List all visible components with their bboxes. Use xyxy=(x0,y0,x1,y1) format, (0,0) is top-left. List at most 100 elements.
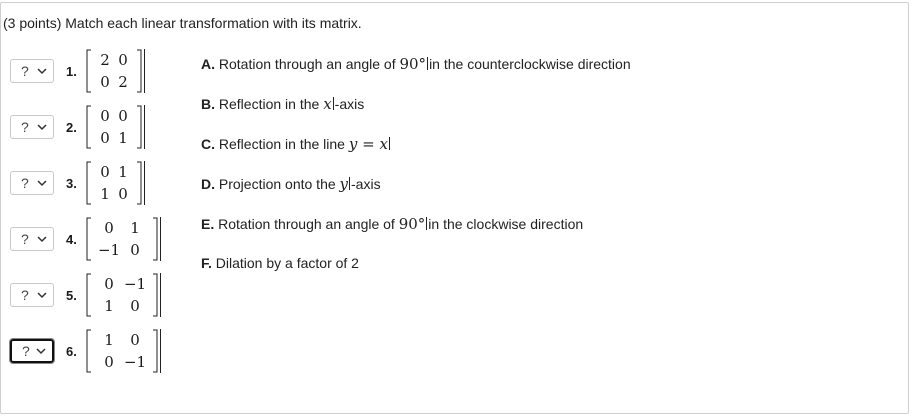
matrix-cell: 1 xyxy=(118,129,128,147)
matrix-row-6: ? 6. 1 0 0 −1 xyxy=(9,321,161,381)
matrix-row-3: ? 3. 0 1 1 0 xyxy=(10,153,145,213)
option-text: Projection onto the xyxy=(218,176,340,192)
matrix-row-1: ? 1. 2 0 0 2 xyxy=(10,41,145,101)
matrix-5: 0 −1 1 0 xyxy=(86,273,161,317)
matrix-cell: 0 xyxy=(100,73,110,91)
option-text: Reflection in the line xyxy=(218,136,349,152)
right-bracket xyxy=(137,49,142,93)
select-value: ? xyxy=(21,119,29,135)
option-text: -axis xyxy=(334,96,365,112)
answer-select-6[interactable]: ? xyxy=(9,338,55,364)
cursor-bar xyxy=(160,273,161,317)
matrix-number: 6. xyxy=(66,343,77,359)
option-letter: F. xyxy=(201,255,212,271)
matrix-row-2: ? 2. 0 0 0 1 xyxy=(10,97,145,157)
chevron-down-icon xyxy=(37,124,47,131)
matrix-cell: 0 xyxy=(118,107,128,125)
matrix-cell: 0 xyxy=(118,51,128,69)
select-value: ? xyxy=(22,343,30,359)
cursor-bar xyxy=(332,97,334,110)
cursor-bar xyxy=(144,105,145,149)
option-letter: E. xyxy=(201,216,215,232)
matrix-number: 4. xyxy=(66,231,77,247)
matrix-cell: 1 xyxy=(100,185,110,203)
matrix-cell: 2 xyxy=(118,73,128,91)
chevron-down-icon xyxy=(37,68,47,75)
option-math: y = x xyxy=(348,135,388,153)
matrix-cell: 1 xyxy=(104,297,114,315)
option-math: x xyxy=(323,95,332,113)
matrix-2: 0 0 0 1 xyxy=(86,105,145,149)
chevron-down-icon xyxy=(36,348,46,355)
option-text: Rotation through an angle of xyxy=(218,216,399,232)
chevron-down-icon xyxy=(37,236,47,243)
option-text: Dilation by a factor of 2 xyxy=(215,255,359,271)
option-text: in the clockwise direction xyxy=(428,216,584,232)
matrix-cell: 1 xyxy=(130,219,140,237)
right-bracket xyxy=(153,329,158,373)
answer-select-3[interactable]: ? xyxy=(10,171,54,195)
matrix-cell: 0 xyxy=(100,107,110,125)
option-math: 90° xyxy=(399,55,427,73)
cursor-bar xyxy=(388,137,390,150)
matrix-cell: 0 xyxy=(130,297,140,315)
select-value: ? xyxy=(21,63,29,79)
option-letter: B. xyxy=(201,96,215,112)
option-text: Reflection in the xyxy=(218,96,324,112)
chevron-down-icon xyxy=(37,292,47,299)
option-a: A. Rotation through an angle of 90° in th… xyxy=(201,55,631,73)
option-text: -axis xyxy=(351,176,381,192)
select-value: ? xyxy=(21,287,29,303)
option-math: y xyxy=(339,175,349,193)
option-letter: C. xyxy=(201,136,215,152)
question-panel: (3 points) Match each linear transformat… xyxy=(0,2,909,414)
matrix-cell: −1 xyxy=(97,241,121,259)
chevron-down-icon xyxy=(37,180,47,187)
matrix-cell: 0 xyxy=(104,353,114,371)
matrix-cell: 0 xyxy=(104,219,114,237)
matrix-cell: 1 xyxy=(104,331,114,349)
matrix-row-5: ? 5. 0 −1 1 0 xyxy=(10,265,161,325)
matrix-cell: 0 xyxy=(130,241,140,259)
option-b: B. Reflection in the x -axis xyxy=(201,95,364,113)
matrix-6: 1 0 0 −1 xyxy=(86,329,161,373)
matrix-number: 1. xyxy=(66,63,77,79)
cursor-bar xyxy=(427,57,429,70)
answer-select-2[interactable]: ? xyxy=(10,115,54,139)
answer-select-4[interactable]: ? xyxy=(10,227,54,251)
select-value: ? xyxy=(21,175,29,191)
matrix-4: 0 1 −1 0 xyxy=(86,217,161,261)
matrix-cell: −1 xyxy=(123,275,147,293)
option-letter: A. xyxy=(201,56,215,72)
option-math: 90° xyxy=(398,215,426,233)
matrix-1: 2 0 0 2 xyxy=(86,49,145,93)
cursor-bar xyxy=(144,49,145,93)
option-text: Rotation through an angle of xyxy=(218,56,400,72)
option-f: F. Dilation by a factor of 2 xyxy=(201,255,359,271)
right-bracket xyxy=(137,105,142,149)
matrix-number: 5. xyxy=(66,287,77,303)
answer-select-1[interactable]: ? xyxy=(10,59,54,83)
cursor-bar xyxy=(160,217,161,261)
right-bracket xyxy=(153,273,158,317)
matrix-cell: 0 xyxy=(130,331,140,349)
matrix-cell: 0 xyxy=(100,163,110,181)
matrix-cell: 0 xyxy=(100,129,110,147)
cursor-bar xyxy=(160,329,161,373)
question-prompt: (3 points) Match each linear transformat… xyxy=(3,15,362,31)
option-letter: D. xyxy=(201,176,215,192)
matrix-number: 2. xyxy=(66,119,77,135)
option-c: C. Reflection in the line y = x xyxy=(201,135,391,153)
matrix-cell: −1 xyxy=(123,353,147,371)
answer-select-5[interactable]: ? xyxy=(10,283,54,307)
matrix-cell: 0 xyxy=(118,185,128,203)
right-bracket xyxy=(153,217,158,261)
matrix-row-4: ? 4. 0 1 −1 0 xyxy=(10,209,161,269)
option-d: D. Projection onto the y -axis xyxy=(201,175,381,193)
matrix-cell: 2 xyxy=(100,51,110,69)
matrix-number: 3. xyxy=(66,175,77,191)
select-value: ? xyxy=(21,231,29,247)
cursor-bar xyxy=(349,177,351,190)
right-bracket xyxy=(137,161,142,205)
matrix-cell: 1 xyxy=(118,163,128,181)
